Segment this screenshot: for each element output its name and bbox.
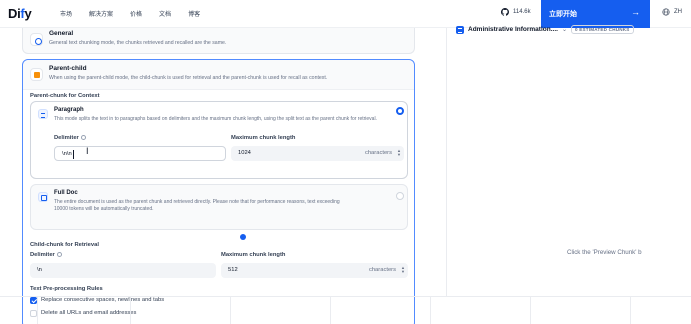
github-link[interactable]: 114.6k [501, 8, 531, 16]
stepper-icon[interactable]: ▲ ▼ [397, 149, 401, 157]
text-cursor [73, 150, 74, 159]
preview-header: Administrative Information.... ⌄ 0 ESTIM… [456, 25, 634, 34]
full-doc-icon [38, 192, 48, 202]
nav-link-pricing[interactable]: 价格 [130, 9, 142, 18]
parent-child-desc: When using the parent-child mode, the ch… [49, 75, 328, 81]
logo-text-end: y [24, 6, 32, 21]
general-mode-desc: General text chunking mode, the chunks r… [49, 40, 227, 46]
preview-document-title[interactable]: Administrative Information.... [468, 26, 558, 33]
globe-icon [662, 8, 670, 16]
full-doc-radio[interactable] [396, 192, 404, 200]
document-icon [456, 25, 464, 34]
parent-max-length-value: 1024 [238, 150, 251, 156]
child-chunk-section-title: Child-chunk for Retrieval [30, 242, 99, 248]
page-grid-line [230, 296, 231, 324]
paragraph-title: Paragraph [54, 107, 84, 113]
preprocess-section-title: Text Pre-processing Rules [30, 286, 103, 292]
nav-links: 市场 解决方案 价格 文档 博客 [60, 9, 217, 18]
nav-link-docs[interactable]: 文档 [159, 9, 171, 18]
estimated-chunks-badge: 0 ESTIMATED CHUNKS [570, 25, 634, 34]
child-max-length-unit: characters [368, 267, 396, 273]
github-stars: 114.6k [513, 9, 531, 15]
get-started-label: 立即开始 [549, 11, 577, 18]
child-delimiter-input[interactable]: \n [30, 263, 216, 278]
general-mode-title: General [49, 30, 74, 37]
child-delimiter-label: Delimiter [30, 252, 62, 258]
parent-chunk-section-title: Parent-chunk for Context [30, 93, 100, 99]
general-mode-icon [30, 33, 43, 46]
paragraph-desc: This mode splits the text in to paragrap… [54, 116, 377, 122]
github-icon [501, 8, 509, 16]
language-label: ZH [674, 9, 682, 15]
full-doc-title: Full Doc [54, 190, 78, 196]
panel-divider [446, 28, 447, 296]
info-icon[interactable] [80, 135, 86, 140]
chunk-settings-panel: General General text chunking mode, the … [0, 28, 430, 324]
page-grid-line [330, 296, 331, 324]
get-started-button[interactable]: 立即开始 → [541, 0, 650, 28]
language-switcher[interactable]: ZH [662, 8, 682, 16]
page-grid-line [37, 296, 38, 324]
child-delimiter-label-text: Delimiter [30, 252, 55, 259]
info-icon[interactable] [56, 252, 62, 257]
page-grid-line [530, 296, 531, 324]
paragraph-icon [38, 109, 48, 119]
arrow-right-icon: → [631, 7, 640, 17]
paragraph-option[interactable]: Paragraph This mode splits the text in t… [30, 101, 408, 179]
full-doc-desc-line1: The entire document is used as the paren… [54, 199, 340, 205]
parent-child-icon [30, 68, 43, 81]
parent-child-title: Parent-child [49, 65, 87, 72]
replace-spaces-checkbox[interactable] [30, 297, 37, 304]
page-grid-line [430, 296, 431, 324]
parent-delimiter-label: Delimiter [54, 135, 86, 141]
parent-max-length-input[interactable]: 1024 characters ▲ ▼ [231, 146, 404, 161]
parent-child-header: Parent-child When using the parent-child… [23, 60, 414, 90]
nav-link-blog[interactable]: 博客 [188, 9, 200, 18]
full-doc-option[interactable]: Full Doc The entire document is used as … [30, 184, 408, 230]
parent-delimiter-label-text: Delimiter [54, 135, 79, 142]
chevron-down-icon[interactable]: ⌄ [562, 26, 567, 33]
parent-max-length-label: Maximum chunk length [231, 135, 296, 141]
page-grid-line [130, 296, 131, 324]
parent-child-mode-card[interactable]: Parent-child When using the parent-child… [22, 59, 415, 324]
parent-delimiter-value: \n\n [62, 151, 72, 157]
child-max-length-input[interactable]: 512 characters ▲ ▼ [221, 263, 408, 278]
page-grid-line [0, 296, 691, 297]
dify-logo[interactable]: Dify [8, 6, 32, 21]
child-delimiter-value: \n [37, 267, 42, 273]
full-doc-desc-line2: 10000 tokens will be automatically trunc… [54, 206, 154, 212]
child-max-length-value: 512 [228, 267, 238, 273]
preview-empty-hint: Click the 'Preview Chunk' b [567, 249, 642, 256]
logo-text-start: Di [8, 6, 21, 21]
parent-max-length-unit: characters [364, 150, 392, 156]
delete-urls-checkbox[interactable] [30, 310, 37, 317]
replace-spaces-label[interactable]: Replace consecutive spaces, newlines and… [41, 297, 164, 303]
divider-dot [240, 234, 246, 240]
stepper-icon[interactable]: ▲ ▼ [401, 266, 405, 274]
nav-link-solutions[interactable]: 解决方案 [89, 9, 113, 18]
page-grid-line [630, 296, 631, 324]
top-nav: Dify 市场 解决方案 价格 文档 博客 114.6k 立即开始 → ZH [0, 0, 691, 28]
nav-link-marketplace[interactable]: 市场 [60, 9, 72, 18]
delete-urls-label[interactable]: Delete all URLs and email addresses [41, 310, 136, 316]
child-max-length-label: Maximum chunk length [221, 252, 286, 258]
general-mode-card[interactable]: General General text chunking mode, the … [22, 28, 415, 54]
parent-delimiter-input[interactable]: \n\n [54, 146, 226, 161]
paragraph-radio[interactable] [396, 107, 404, 115]
ibeam-cursor-icon: I [86, 146, 89, 156]
